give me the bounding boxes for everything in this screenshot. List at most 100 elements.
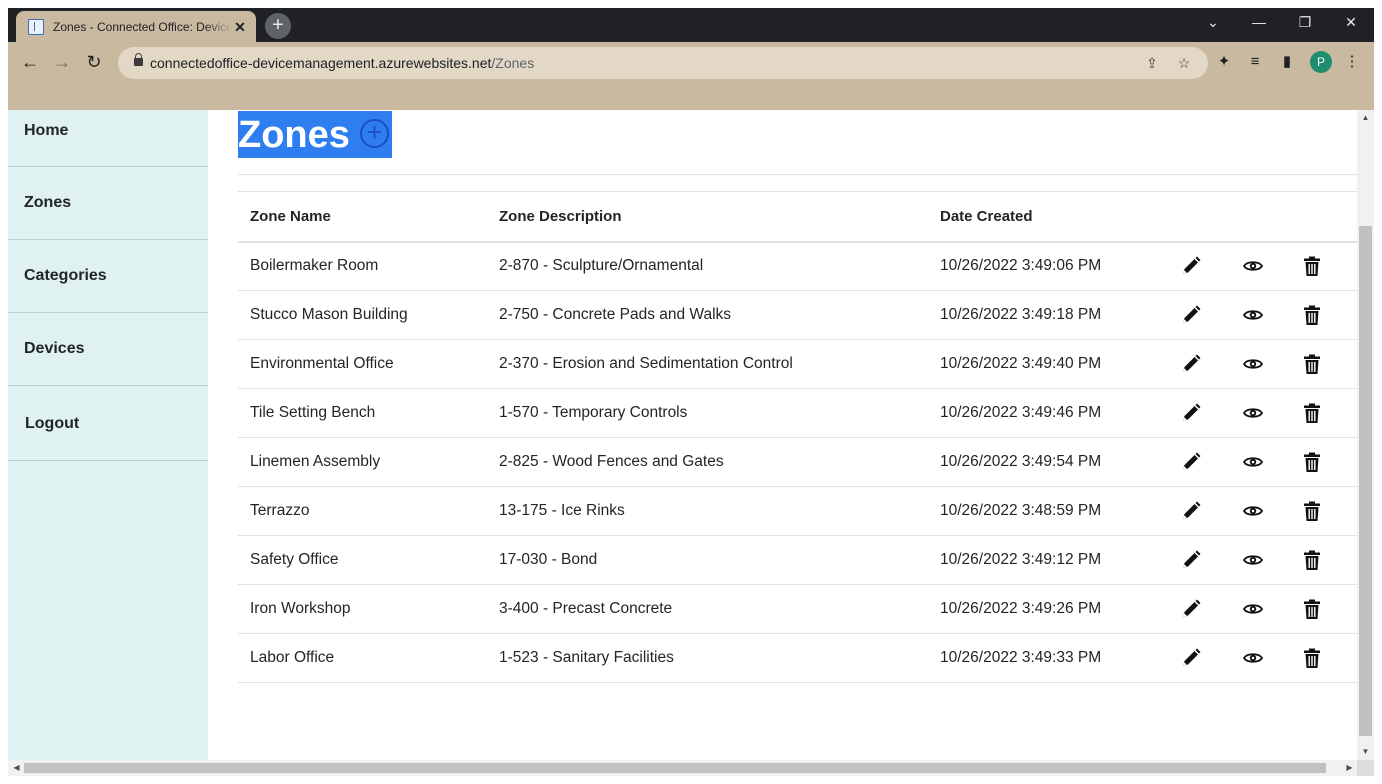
zone-description: 1-523 - Sanitary Facilities [487,633,928,683]
table-row: Iron Workshop 3-400 - Precast Concrete 1… [238,584,1357,634]
page-viewport: Home Zones Categories Devices Logout Zon… [8,110,1374,776]
url-text: connectedoffice-devicemanagement.azurewe… [150,55,534,71]
horizontal-scroll-thumb[interactable] [24,763,1326,773]
pencil-edit-icon[interactable] [1180,255,1202,277]
column-header-zone-description: Zone Description [487,191,928,243]
sidebar-item-home[interactable]: Home [8,110,208,167]
pencil-edit-icon[interactable] [1180,549,1202,571]
tab-search-chevron-icon[interactable]: ⌄ [1190,8,1236,38]
reading-list-icon[interactable]: ≡ [1244,51,1266,73]
sidebar: Home Zones Categories Devices Logout [8,110,208,760]
pencil-edit-icon[interactable] [1180,451,1202,473]
trash-delete-icon[interactable] [1301,647,1323,669]
bookmark-star-icon[interactable]: ☆ [1174,53,1194,73]
zone-date-created: 10/26/2022 3:49:40 PM [928,339,1168,389]
scroll-right-arrow-icon[interactable]: ▶ [1341,760,1358,776]
eye-view-icon[interactable] [1242,500,1264,522]
restore-button[interactable]: ❐ [1282,8,1328,38]
zone-name-link[interactable]: Tile Setting Bench [238,388,487,438]
sidebar-item-logout[interactable]: Logout [8,386,208,461]
scroll-left-arrow-icon[interactable]: ◀ [8,760,25,776]
share-icon[interactable]: ⇪ [1142,53,1162,73]
side-panel-icon[interactable]: ▮ [1276,51,1298,73]
url-host: connectedoffice-devicemanagement.azurewe… [150,55,492,71]
trash-delete-icon[interactable] [1301,598,1323,620]
zone-name-link[interactable]: Labor Office [238,633,487,683]
column-header-delete [1289,191,1357,243]
browser-menu-icon[interactable]: ⋮ [1341,51,1363,73]
sidebar-item-categories[interactable]: Categories [8,240,208,313]
zone-name-link[interactable]: Environmental Office [238,339,487,389]
horizontal-scrollbar[interactable]: ◀ ▶ [8,760,1357,776]
zone-name-link[interactable]: Iron Workshop [238,584,487,634]
table-header-row: Zone Name Zone Description Date Created [238,191,1357,243]
trash-delete-icon[interactable] [1301,451,1323,473]
pencil-edit-icon[interactable] [1180,402,1202,424]
pencil-edit-icon[interactable] [1180,598,1202,620]
minimize-button[interactable]: — [1236,8,1282,38]
reload-icon[interactable]: ↻ [80,48,108,76]
zone-name-link[interactable]: Terrazzo [238,486,487,536]
eye-view-icon[interactable] [1242,304,1264,326]
column-header-date-created: Date Created [928,191,1168,243]
table-row: Terrazzo 13-175 - Ice Rinks 10/26/2022 3… [238,486,1357,536]
sidebar-item-devices[interactable]: Devices [8,313,208,386]
vertical-scrollbar[interactable]: ▲ ▼ [1357,110,1374,760]
browser-toolbar: ← → ↻ connectedoffice-devicemanagement.a… [8,42,1374,110]
zone-description: 2-370 - Erosion and Sedimentation Contro… [487,339,928,389]
pencil-edit-icon[interactable] [1180,353,1202,375]
zone-description: 2-750 - Concrete Pads and Walks [487,290,928,340]
trash-delete-icon[interactable] [1301,549,1323,571]
eye-view-icon[interactable] [1242,402,1264,424]
lock-icon[interactable] [134,53,143,66]
eye-view-icon[interactable] [1242,647,1264,669]
pencil-edit-icon[interactable] [1180,647,1202,669]
profile-avatar[interactable]: P [1310,51,1332,73]
main-content: Zones + Zone Name Zone Description Date C… [208,110,1357,760]
browser-window: Zones - Connected Office: Device Managem… [8,8,1374,776]
zone-description: 3-400 - Precast Concrete [487,584,928,634]
sidebar-item-zones[interactable]: Zones [8,167,208,240]
new-tab-button[interactable]: + [265,13,291,39]
forward-arrow-icon[interactable]: → [48,48,76,76]
browser-tab[interactable]: Zones - Connected Office: Device Managem… [16,11,256,42]
trash-delete-icon[interactable] [1301,353,1323,375]
scroll-down-arrow-icon[interactable]: ▼ [1357,744,1374,760]
eye-view-icon[interactable] [1242,255,1264,277]
trash-delete-icon[interactable] [1301,500,1323,522]
close-window-button[interactable]: ✕ [1328,8,1374,38]
column-header-edit [1168,191,1230,243]
zone-name-link[interactable]: Boilermaker Room [238,241,487,291]
tab-close-icon[interactable]: ✕ [232,19,248,35]
zone-name-link[interactable]: Safety Office [238,535,487,585]
column-header-view [1230,191,1289,243]
eye-view-icon[interactable] [1242,598,1264,620]
plus-circle-icon[interactable]: + [359,119,389,149]
back-arrow-icon[interactable]: ← [16,48,44,76]
zone-description: 1-570 - Temporary Controls [487,388,928,438]
trash-delete-icon[interactable] [1301,255,1323,277]
trash-delete-icon[interactable] [1301,304,1323,326]
scroll-up-arrow-icon[interactable]: ▲ [1357,110,1374,126]
extensions-puzzle-icon[interactable]: ✦ [1213,51,1235,73]
table-row: Environmental Office 2-370 - Erosion and… [238,339,1357,389]
zone-name-link[interactable]: Linemen Assembly [238,437,487,487]
zones-table: Zone Name Zone Description Date Created … [238,191,1357,683]
zone-name-link[interactable]: Stucco Mason Building [238,290,487,340]
tab-title: Zones - Connected Office: Device Managem… [53,19,233,34]
table-body: Boilermaker Room 2-870 - Sculpture/Ornam… [238,241,1357,683]
trash-delete-icon[interactable] [1301,402,1323,424]
pencil-edit-icon[interactable] [1180,304,1202,326]
eye-view-icon[interactable] [1242,451,1264,473]
zone-date-created: 10/26/2022 3:49:06 PM [928,241,1168,291]
eye-view-icon[interactable] [1242,353,1264,375]
zone-date-created: 10/26/2022 3:48:59 PM [928,486,1168,536]
table-row: Boilermaker Room 2-870 - Sculpture/Ornam… [238,241,1357,291]
table-row: Linemen Assembly 2-825 - Wood Fences and… [238,437,1357,487]
vertical-scroll-thumb[interactable] [1359,226,1372,736]
table-row: Tile Setting Bench 1-570 - Temporary Con… [238,388,1357,438]
eye-view-icon[interactable] [1242,549,1264,571]
address-bar[interactable]: connectedoffice-devicemanagement.azurewe… [118,47,1208,79]
page-favicon-icon [28,18,44,35]
pencil-edit-icon[interactable] [1180,500,1202,522]
